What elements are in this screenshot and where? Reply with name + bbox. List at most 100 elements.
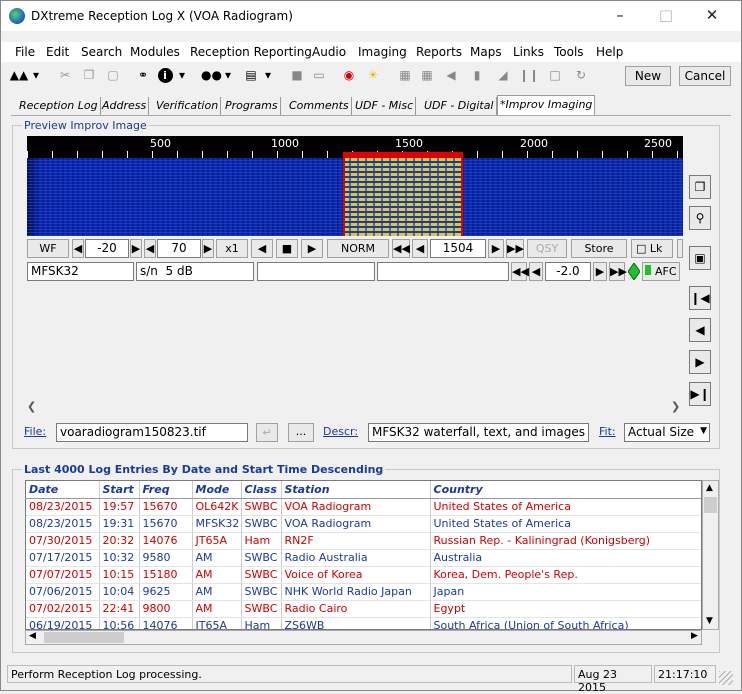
menu-links[interactable]: Links [513, 45, 544, 59]
hscroll-thumb[interactable] [44, 632, 124, 643]
table-row[interactable]: 07/30/2015 20:32 14076 JT65A Ham RN2F Russian … [26, 532, 701, 550]
log-hscrollbar[interactable]: ◀ ▶ [25, 630, 702, 645]
fit-select[interactable]: Actual Size ▼ [624, 423, 710, 442]
close-button[interactable]: ✕ [689, 1, 735, 31]
lock-checkbox[interactable]: □ Lk [631, 239, 673, 258]
info-icon[interactable]: i [155, 66, 175, 85]
table-row[interactable]: 07/17/2015 10:32 9580 AM SWBC Radio Australia… [26, 549, 701, 567]
store-button[interactable]: Store [571, 239, 627, 258]
link-icon[interactable]: ⚭ [133, 66, 153, 85]
menu-audio[interactable]: Audio [312, 45, 346, 59]
menu-maps[interactable]: Maps [470, 45, 502, 59]
gain-down-button[interactable]: ◀ [72, 239, 84, 258]
tab-address[interactable]: Address [100, 97, 150, 115]
menu-file[interactable]: File [15, 45, 35, 59]
scroll-down-icon[interactable]: ▼ [706, 616, 713, 626]
stop-button[interactable]: ■ [276, 239, 298, 258]
open-folder-icon[interactable]: ▭ [309, 66, 329, 85]
skip-start-icon[interactable]: ◀ [441, 66, 461, 85]
previous-image-icon[interactable]: ◀ [689, 318, 711, 342]
range-field[interactable]: 70 [157, 239, 201, 258]
col-start[interactable]: Start [99, 481, 140, 499]
file-field[interactable]: voaradiogram150823.tif [56, 423, 248, 442]
rewind-button[interactable]: ◀ [251, 239, 273, 258]
scroll-left-icon[interactable]: ❮ [27, 400, 36, 413]
col-station[interactable]: Station [281, 481, 431, 499]
menu-modules[interactable]: Modules [130, 45, 180, 59]
table-row[interactable]: 06/19/2015 10:56 14076 JT65A Ham ZS6WB South A… [26, 617, 701, 629]
scroll-right-icon[interactable]: ▶ [691, 631, 698, 641]
table-row[interactable]: 07/07/2015 10:15 15180 AM SWBC Voice of Korea… [26, 566, 701, 584]
more-button[interactable] [677, 239, 683, 258]
play-button[interactable]: ▶ [301, 239, 323, 258]
table-row[interactable]: 07/02/2015 22:41 9800 AM SWBC Radio Cairo Egyp… [26, 600, 701, 618]
pause-icon[interactable]: ❙❙ [519, 66, 539, 85]
freq-fast-up-button[interactable]: ▶▶ [506, 239, 524, 258]
offset-field[interactable]: -2.0 [545, 262, 591, 281]
last-image-icon[interactable]: ▶❙ [689, 382, 711, 406]
maximize-button[interactable]: □ [643, 1, 689, 31]
col-country[interactable]: Country [430, 481, 701, 499]
ramp-icon[interactable]: ◢ [493, 66, 513, 85]
radio-dish-icon[interactable]: ◉ [339, 66, 359, 85]
cancel-toolbar-button[interactable]: Cancel [679, 66, 731, 86]
pulse-icon[interactable]: ▮ [467, 66, 487, 85]
display-icon[interactable]: ▣ [689, 246, 711, 270]
offset-up-button[interactable]: ▶ [593, 262, 607, 281]
zoom-image-icon[interactable]: ⚲ [689, 206, 711, 230]
resize-grip[interactable] [719, 671, 733, 685]
gain-up-button[interactable]: ▶ [130, 239, 142, 258]
scroll-right-icon[interactable]: ❯ [671, 400, 680, 413]
sun-icon[interactable]: ☀ [363, 66, 383, 85]
report-icon[interactable]: ▤ [241, 66, 261, 85]
col-freq[interactable]: Freq [139, 481, 193, 499]
copy-icon[interactable]: ❐ [79, 66, 99, 85]
chevron-down-icon[interactable]: ▾ [31, 66, 41, 85]
binoculars-icon[interactable]: ▲▲ [9, 66, 29, 85]
cut-icon[interactable]: ✂ [55, 66, 75, 85]
next-image-icon[interactable]: ▶ [689, 350, 711, 374]
menu-reports[interactable]: Reports [416, 45, 462, 59]
wf-button[interactable]: WF [27, 239, 69, 258]
col-mode[interactable]: Mode [192, 481, 242, 499]
scroll-up-icon[interactable]: ▲ [706, 483, 713, 493]
copy-image-icon[interactable]: ❐ [689, 175, 711, 199]
menu-imaging[interactable]: Imaging [358, 45, 407, 59]
tab-udf-digital[interactable]: UDF - Digital [422, 97, 497, 115]
offset-fast-down-button[interactable]: ◀◀ [511, 262, 529, 281]
waterfall-display[interactable]: 500 1000 1500 2000 2500 [27, 136, 683, 236]
new-button[interactable]: New [625, 66, 671, 86]
range-up-button[interactable]: ▶ [202, 239, 214, 258]
stop-record-icon[interactable]: ■ [287, 66, 307, 85]
menu-edit[interactable]: Edit [46, 45, 69, 59]
minimize-button[interactable]: – [597, 1, 643, 31]
tab-improv-imaging[interactable]: *Improv Imaging [497, 95, 596, 115]
freq-down-button[interactable]: ◀ [412, 239, 428, 258]
tab-reception-log[interactable]: Reception Log [17, 97, 101, 115]
menu-help[interactable]: Help [596, 45, 623, 59]
loop-icon[interactable]: ↻ [571, 66, 591, 85]
freq-up-button[interactable]: ▶ [488, 239, 504, 258]
col-date[interactable]: Date [26, 481, 100, 499]
qsy-button[interactable]: QSY [527, 239, 567, 258]
scroll-thumb[interactable] [704, 497, 717, 513]
menu-search[interactable]: Search [81, 45, 122, 59]
people-icon[interactable]: ●● [201, 66, 222, 85]
tab-verification[interactable]: Verification [154, 97, 222, 115]
tab-programs[interactable]: Programs [223, 97, 281, 115]
log-vscrollbar[interactable]: ▲ ▼ [702, 480, 719, 630]
frequency-field[interactable]: 1504 [430, 239, 486, 258]
table-row[interactable]: 08/23/2015 19:57 15670 OL642K SWBC VOA Radiog… [26, 498, 701, 516]
norm-button[interactable]: NORM [327, 239, 389, 258]
chevron-down-icon[interactable]: ▾ [223, 66, 233, 85]
tab-comments[interactable]: Comments [287, 97, 352, 115]
menu-reception-reporting[interactable]: Reception Reporting [190, 45, 312, 59]
preview-hscrollbar[interactable]: ❮ ❯ [27, 399, 683, 415]
table-row[interactable]: 07/06/2015 10:04 9625 AM SWBC NHK World Radio… [26, 583, 701, 601]
description-field[interactable]: MFSK32 waterfall, text, and images [368, 423, 589, 442]
zoom-button[interactable]: x1 [216, 239, 248, 258]
tab-udf-misc[interactable]: UDF - Misc [353, 97, 417, 115]
enter-icon[interactable]: ↵ [256, 423, 278, 442]
first-image-icon[interactable]: ❙◀ [689, 286, 711, 310]
freq-fast-down-button[interactable]: ◀◀ [392, 239, 410, 258]
